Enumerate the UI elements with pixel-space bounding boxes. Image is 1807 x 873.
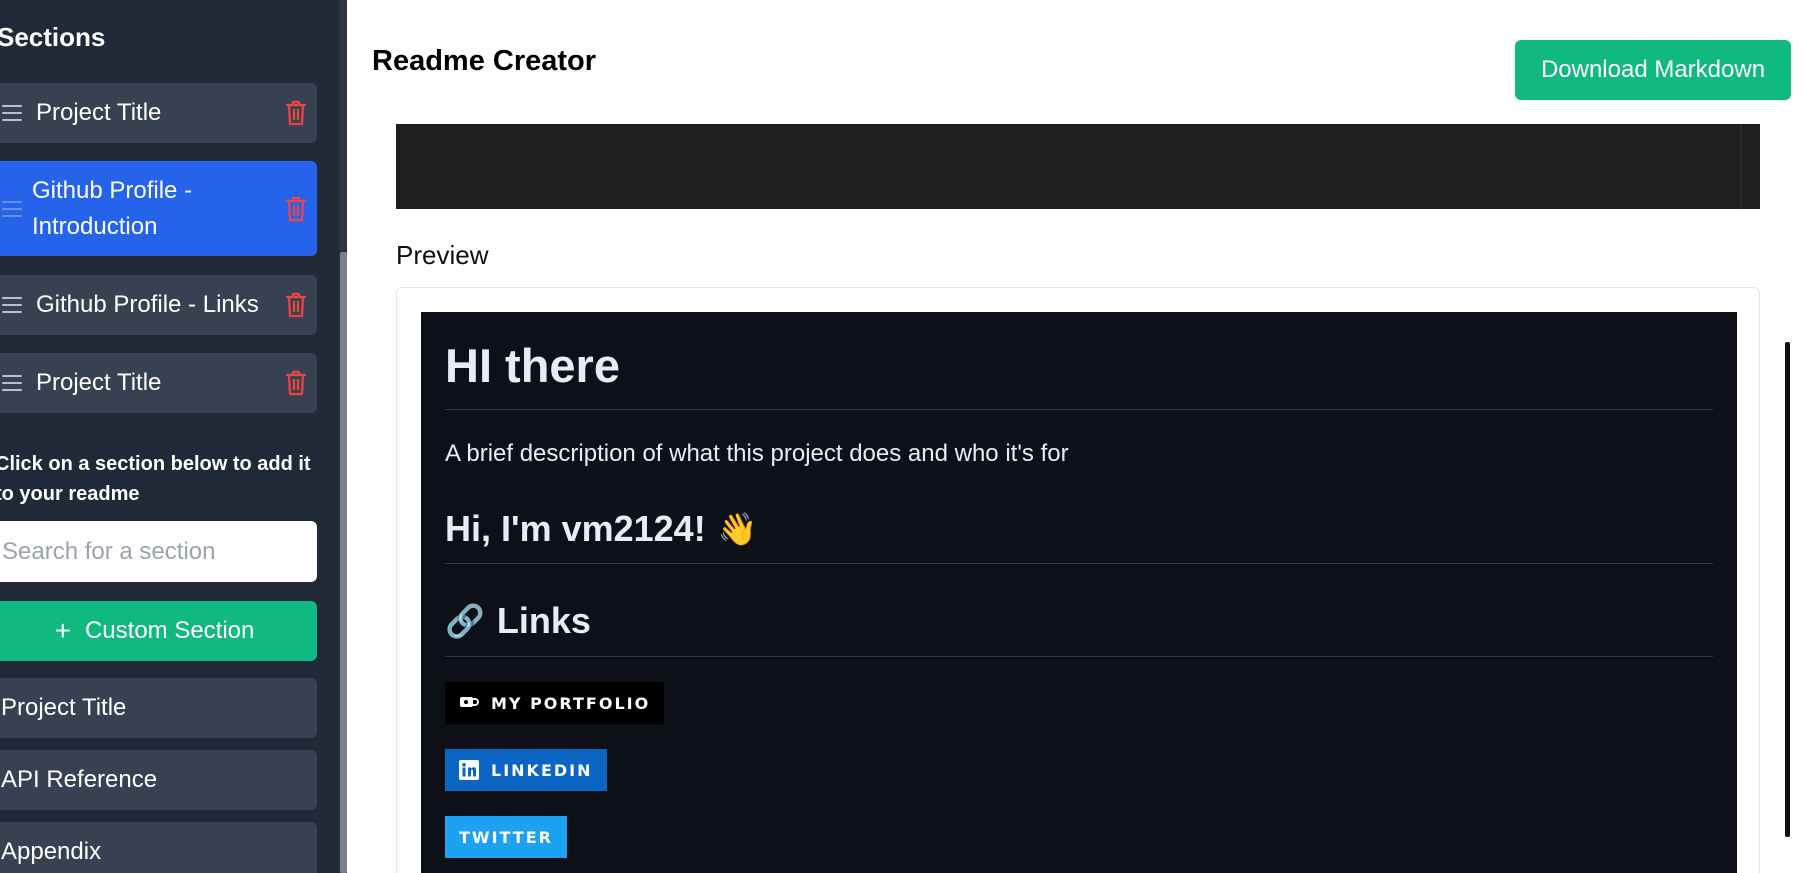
editor-scrollbar[interactable] (1740, 124, 1742, 209)
custom-section-label: Custom Section (84, 617, 255, 644)
add-section-hint: Click on a section below to add it to yo… (0, 449, 315, 509)
heading-divider (445, 409, 1713, 410)
preview-heading-links: 🔗 Links (445, 600, 591, 642)
plus-icon: + (54, 615, 71, 646)
sidebar-scrollbar-thumb[interactable] (340, 252, 347, 873)
template-label: API Reference (1, 766, 158, 793)
custom-section-button[interactable]: + Custom Section (0, 601, 317, 661)
preview-heading-intro: Hi, I'm vm2124! 👋 (445, 508, 758, 550)
badge-label: MY PORTFOLIO (491, 693, 651, 713)
intro-heading-text: Hi, I'm vm2124! (445, 508, 706, 549)
badge-label: TWITTER (459, 827, 553, 847)
drag-handle-icon[interactable] (2, 375, 22, 391)
template-item-appendix[interactable]: Appendix (0, 822, 317, 873)
active-section-github-links[interactable]: Github Profile - Links (0, 275, 317, 335)
links-heading-text: Links (496, 600, 591, 641)
section-label-line2: Introduction (32, 213, 158, 240)
drag-handle-icon[interactable] (2, 201, 22, 217)
active-section-github-intro[interactable]: Github Profile - Introduction (0, 161, 317, 256)
section-label-line1: Github Profile - (32, 177, 193, 204)
heading-divider (445, 563, 1713, 564)
download-markdown-button[interactable]: Download Markdown (1515, 40, 1791, 100)
preview-content: HI there A brief description of what thi… (421, 312, 1737, 873)
preview-label: Preview (396, 240, 489, 270)
search-input[interactable] (0, 521, 317, 582)
template-item-project-title[interactable]: Project Title (0, 678, 317, 738)
hint-line-1: Click on a section below to add it (0, 453, 311, 475)
portfolio-badge[interactable]: MY PORTFOLIO (445, 682, 665, 724)
section-label: Github Profile - Links (36, 291, 259, 318)
hint-line-2: to your readme (0, 483, 140, 505)
preview-heading-1: HI there (445, 339, 620, 392)
link-icon: 🔗 (445, 603, 485, 639)
coffee-icon (460, 697, 479, 707)
trash-icon[interactable] (285, 292, 307, 318)
trash-icon[interactable] (285, 196, 307, 222)
linkedin-icon (459, 760, 479, 780)
main-area: Readme Creator Download Markdown Preview… (347, 0, 1807, 873)
twitter-badge[interactable]: TWITTER (445, 816, 567, 858)
page-title: Readme Creator (372, 45, 597, 77)
badge-label: LINKEDIN (491, 760, 593, 780)
trash-icon[interactable] (285, 370, 307, 396)
trash-icon[interactable] (285, 100, 307, 126)
template-label: Appendix (1, 838, 102, 865)
markdown-editor[interactable] (396, 124, 1760, 209)
preview-description: A brief description of what this project… (445, 440, 1069, 467)
drag-handle-icon[interactable] (2, 105, 22, 121)
template-label: Project Title (1, 694, 127, 721)
active-section-project-title-2[interactable]: Project Title (0, 353, 317, 413)
linkedin-badge[interactable]: LINKEDIN (445, 749, 607, 791)
section-label: Project Title (36, 99, 162, 126)
sidebar: Sections Project Title Github Profile - … (0, 0, 347, 873)
active-section-project-title[interactable]: Project Title (0, 83, 317, 143)
section-label: Project Title (36, 369, 162, 396)
main-scrollbar-thumb[interactable] (1785, 342, 1790, 837)
sidebar-title: Sections (0, 22, 106, 52)
heading-divider (445, 656, 1713, 657)
drag-handle-icon[interactable] (2, 297, 22, 313)
waving-hand-icon: 👋 (717, 511, 758, 547)
template-item-api-reference[interactable]: API Reference (0, 750, 317, 810)
